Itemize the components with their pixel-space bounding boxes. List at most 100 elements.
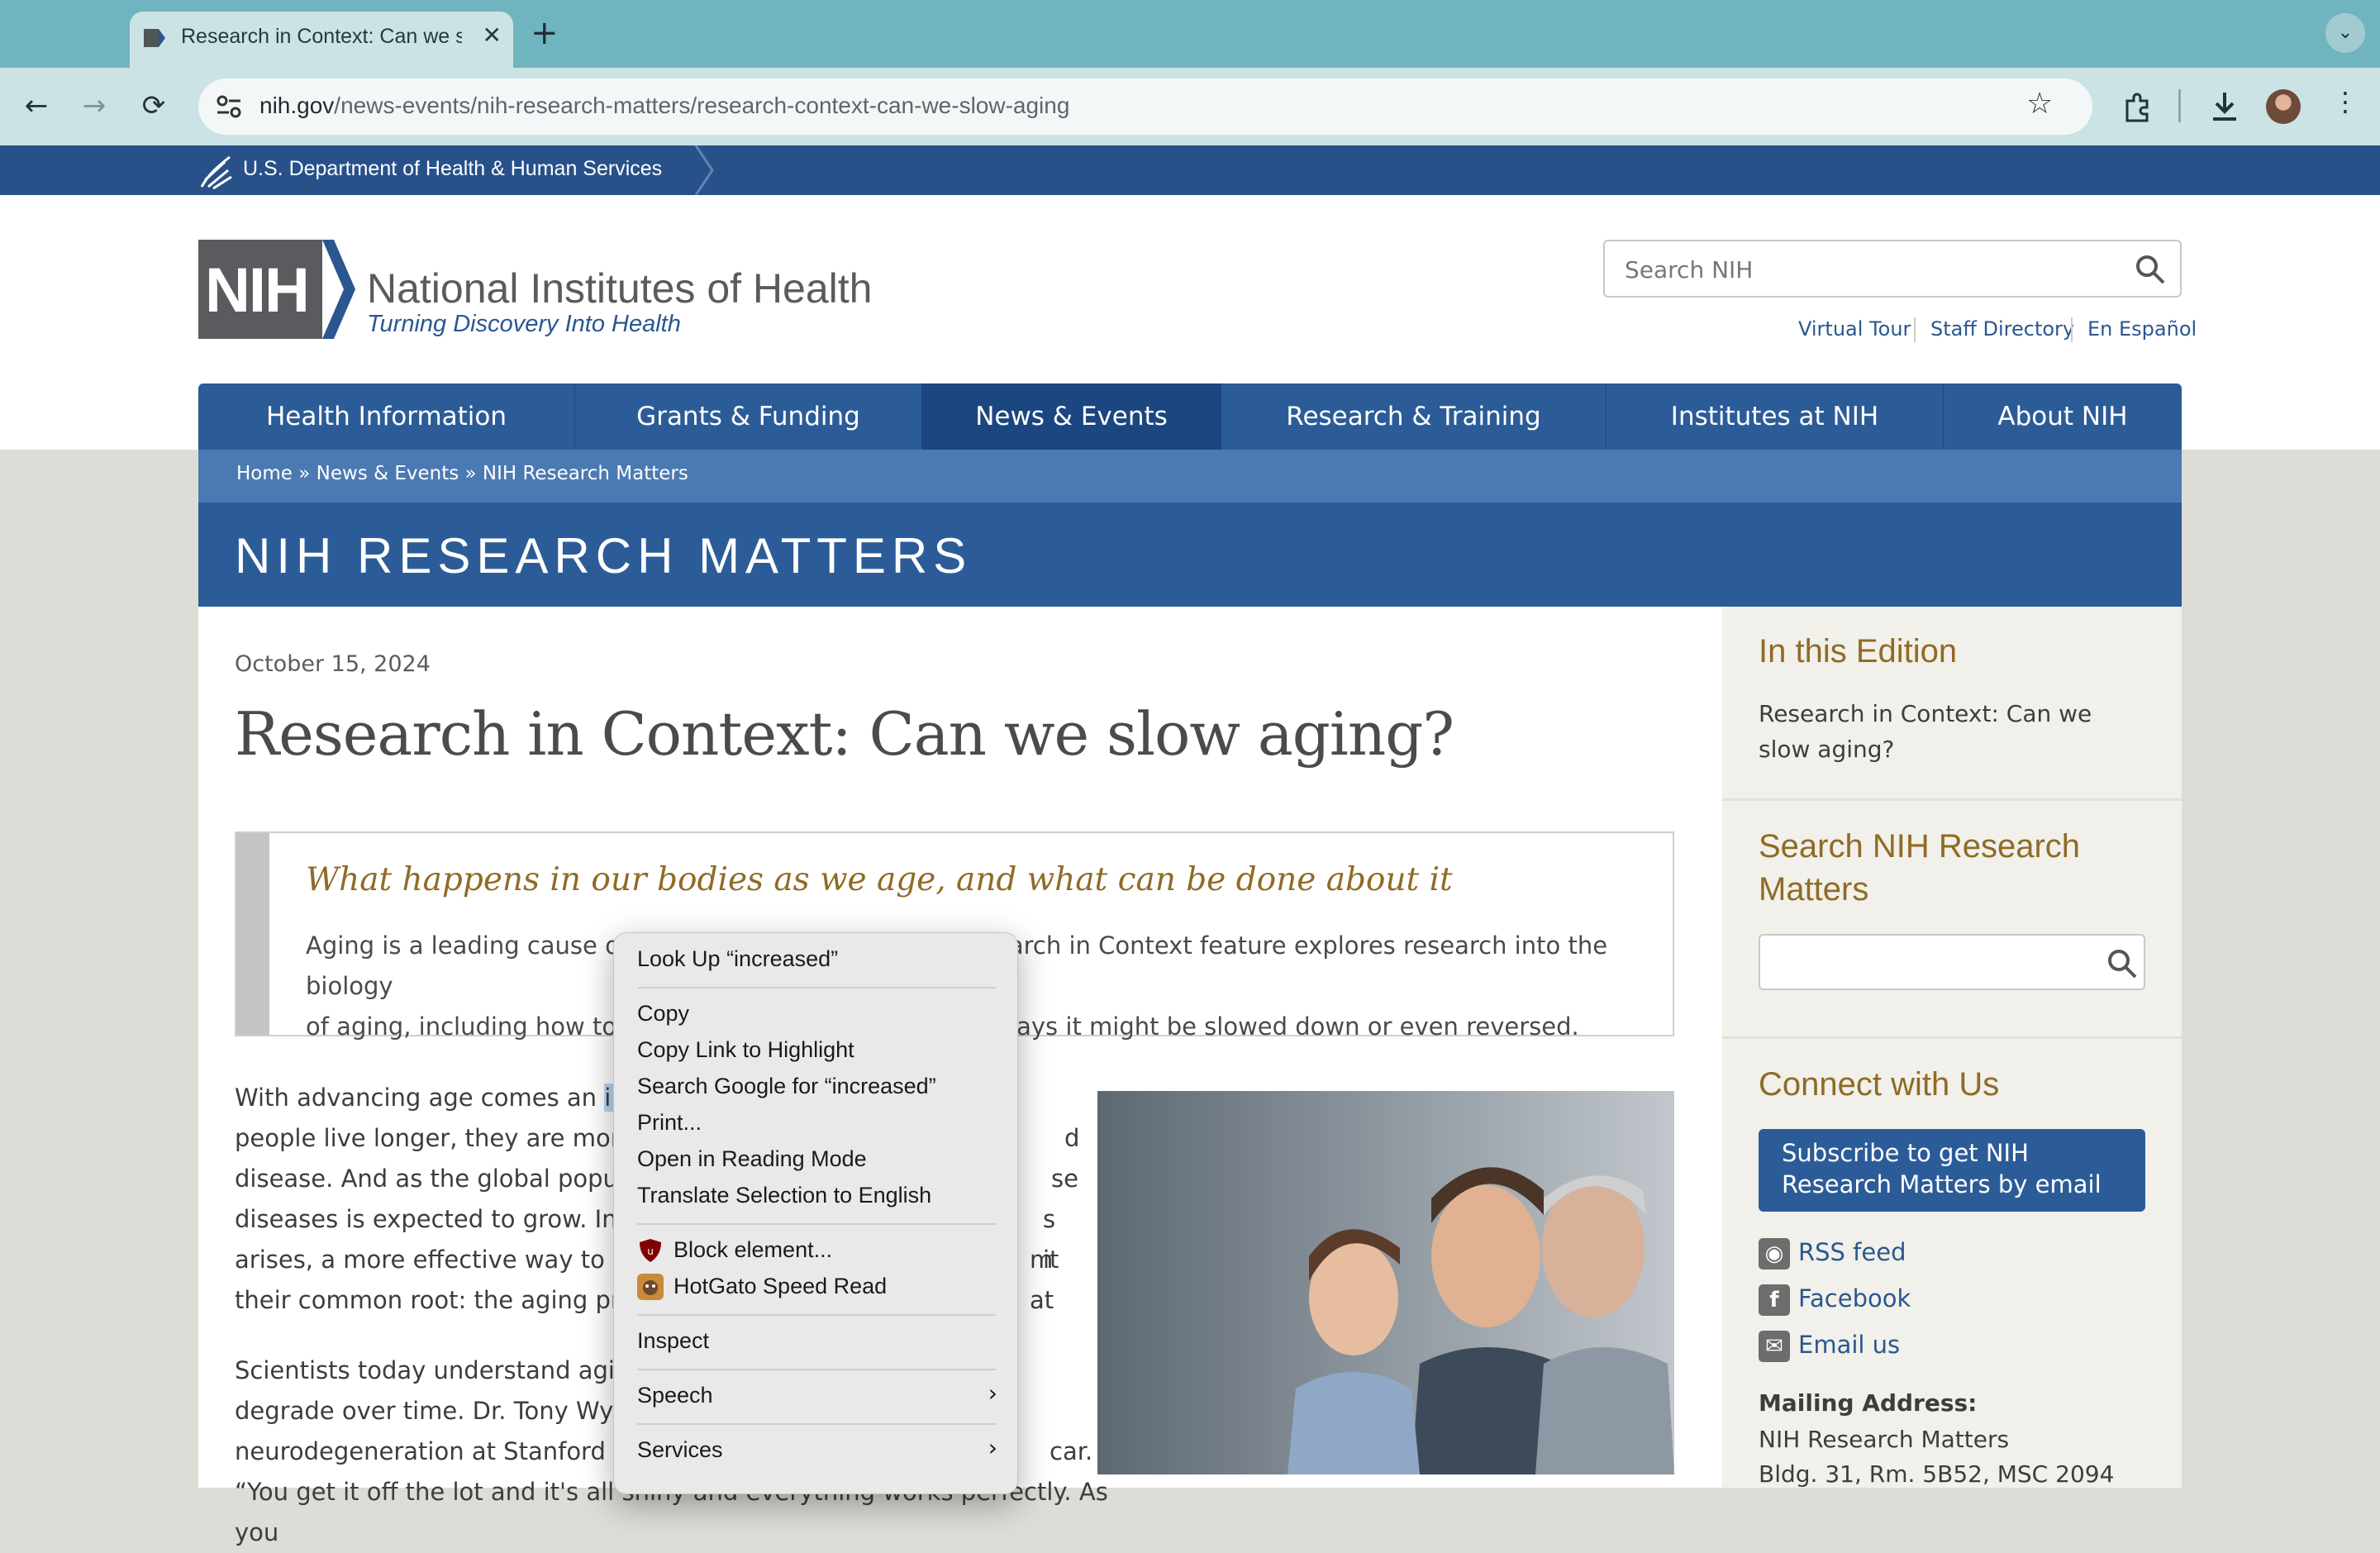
menu-copy[interactable]: Copy: [637, 1001, 689, 1027]
espanol-link[interactable]: En Español: [2087, 317, 2197, 341]
search-placeholder: Search NIH: [1625, 256, 1754, 283]
p2-line: Scientists today understand aging a: [235, 1356, 668, 1384]
hhs-eagle-icon: [200, 155, 232, 190]
download-icon[interactable]: [2208, 89, 2241, 124]
p2-line: neurodegeneration at Stanford Univ: [235, 1437, 667, 1465]
menu-inspect[interactable]: Inspect: [637, 1328, 709, 1354]
bookmark-star-icon[interactable]: ☆: [2026, 87, 2053, 121]
mailing-label: Mailing Address:: [1759, 1389, 1978, 1417]
url-text: nih.gov/news-events/nih-research-matters…: [259, 93, 1069, 119]
menu-hotgato[interactable]: HotGato Speed Read: [674, 1274, 887, 1299]
edition-item-link[interactable]: Research in Context: Can we slow aging?: [1759, 696, 2147, 767]
menu-separator: [637, 1223, 996, 1225]
connect-heading: Connect with Us: [1759, 1066, 2000, 1103]
banner-title[interactable]: NIH RESEARCH MATTERS: [235, 527, 972, 584]
breadcrumb-text[interactable]: Home » News & Events » NIH Research Matt…: [236, 463, 688, 484]
staff-directory-link[interactable]: Staff Directory: [1930, 317, 2074, 341]
article-title: Research in Context: Can we slow aging?: [235, 699, 1454, 769]
intro-accent-bar: [236, 833, 269, 1035]
nav-institutes[interactable]: Institutes at NIH: [1606, 383, 1944, 450]
p1-line: arises, a more effective way to redu: [235, 1246, 667, 1274]
article-photo: [1097, 1091, 1674, 1474]
link-divider: [2071, 317, 2073, 342]
hhs-text[interactable]: U.S. Department of Health & Human Servic…: [243, 157, 662, 181]
url-host: nih.gov: [259, 93, 335, 118]
sidebar-divider: [1722, 798, 2182, 801]
menu-separator: [637, 1423, 996, 1425]
subscribe-button[interactable]: Subscribe to get NIH Research Matters by…: [1759, 1129, 2145, 1212]
menu-translate[interactable]: Translate Selection to English: [637, 1183, 931, 1208]
virtual-tour-link[interactable]: Virtual Tour: [1798, 317, 1911, 341]
menu-block-element[interactable]: Block element...: [674, 1237, 832, 1263]
nih-favicon-icon: [144, 29, 165, 47]
svg-text:u: u: [647, 1246, 654, 1257]
edition-heading: In this Edition: [1759, 633, 1958, 669]
address-bar[interactable]: nih.gov/news-events/nih-research-matters…: [198, 79, 2092, 135]
chevron-right-icon: ›: [988, 1434, 997, 1461]
breadcrumb: Home » News & Events » NIH Research Matt…: [198, 450, 2182, 503]
p1-line: diseases is expected to grow. Instea: [235, 1205, 669, 1233]
article-date: October 15, 2024: [235, 651, 431, 677]
p2-line-tail: car.: [1050, 1437, 1093, 1465]
menu-print[interactable]: Print...: [637, 1110, 702, 1136]
browser-toolbar: ← → ⟳ nih.gov/news-events/nih-research-m…: [0, 68, 2380, 145]
p1-line-tail: d: [1064, 1124, 1080, 1152]
hhs-chevron-icon: [694, 145, 714, 195]
p1-line: disease. And as the global populatio: [235, 1165, 670, 1193]
search-icon[interactable]: [2134, 253, 2167, 286]
search-icon[interactable]: [2106, 947, 2139, 980]
nih-logo-chevron-icon: [322, 240, 355, 339]
browser-tab[interactable]: Research in Context: Can we slow aging? …: [130, 12, 513, 68]
tab-title: Research in Context: Can we slow aging? …: [181, 25, 462, 48]
search-rm-heading: Search NIH Research Matters: [1759, 828, 2081, 908]
site-info-icon[interactable]: [215, 93, 243, 120]
menu-look-up[interactable]: Look Up “increased”: [637, 946, 838, 972]
tab-strip: Research in Context: Can we slow aging? …: [0, 0, 2380, 68]
profile-avatar[interactable]: [2266, 89, 2301, 124]
nih-tagline: Turning Discovery Into Health: [367, 311, 681, 337]
context-menu: Look Up “increased” Copy Copy Link to Hi…: [613, 932, 1018, 1494]
nih-title: National Institutes of Health: [367, 265, 873, 312]
mail-icon: ✉: [1759, 1331, 1790, 1362]
menu-speech[interactable]: Speech: [637, 1383, 713, 1408]
search-rm-input[interactable]: [1759, 934, 2145, 990]
search-nih-input[interactable]: Search NIH: [1603, 240, 2182, 298]
mailing-line-1: NIH Research Matters: [1759, 1426, 2010, 1453]
nav-about-nih[interactable]: About NIH: [1944, 383, 2182, 450]
facebook-icon: f: [1759, 1284, 1790, 1316]
forward-icon[interactable]: →: [73, 84, 116, 127]
intro-line2-b: ways it might be slowed down or even rev…: [997, 1012, 1579, 1041]
menu-reading-mode[interactable]: Open in Reading Mode: [637, 1146, 867, 1172]
menu-separator: [637, 987, 996, 988]
menu-services[interactable]: Services: [637, 1437, 723, 1463]
ublock-shield-icon: u: [640, 1239, 661, 1262]
p2-line: degrade over time. Dr. Tony Wyss-C: [235, 1397, 664, 1425]
chevron-right-icon: ›: [988, 1379, 997, 1407]
menu-separator: [637, 1314, 996, 1316]
tab-search-button[interactable]: ⌄: [2325, 13, 2365, 53]
menu-icon[interactable]: ⋮: [2332, 86, 2359, 117]
p1-line-tail: m at: [1030, 1246, 1054, 1314]
reload-icon[interactable]: ⟳: [132, 84, 175, 127]
hotgato-icon: [637, 1274, 664, 1300]
link-divider: [1914, 317, 1916, 342]
sidebar: In this Edition Research in Context: Can…: [1722, 607, 2182, 1488]
menu-separator: [637, 1369, 996, 1370]
close-tab-icon[interactable]: ✕: [483, 21, 502, 49]
p1-line-tail: se: [1051, 1165, 1078, 1193]
nav-health-information[interactable]: Health Information: [198, 383, 575, 450]
menu-search-google[interactable]: Search Google for “increased”: [637, 1074, 936, 1099]
nav-news-events[interactable]: News & Events: [922, 383, 1221, 450]
p1-line: their common root: the aging proce: [235, 1286, 663, 1314]
three-generations-image: [1097, 1091, 1674, 1474]
menu-copy-link-highlight[interactable]: Copy Link to Highlight: [637, 1037, 854, 1063]
nih-logo[interactable]: NIH: [198, 240, 322, 339]
hhs-banner: U.S. Department of Health & Human Servic…: [0, 145, 2380, 195]
nav-research-training[interactable]: Research & Training: [1221, 383, 1606, 450]
extensions-icon[interactable]: [2121, 91, 2154, 124]
new-tab-button[interactable]: +: [531, 12, 559, 55]
nav-grants-funding[interactable]: Grants & Funding: [575, 383, 922, 450]
back-icon[interactable]: ←: [15, 84, 58, 127]
main-navigation: Health Information Grants & Funding News…: [198, 383, 2182, 450]
rss-icon: ◉: [1759, 1238, 1790, 1270]
